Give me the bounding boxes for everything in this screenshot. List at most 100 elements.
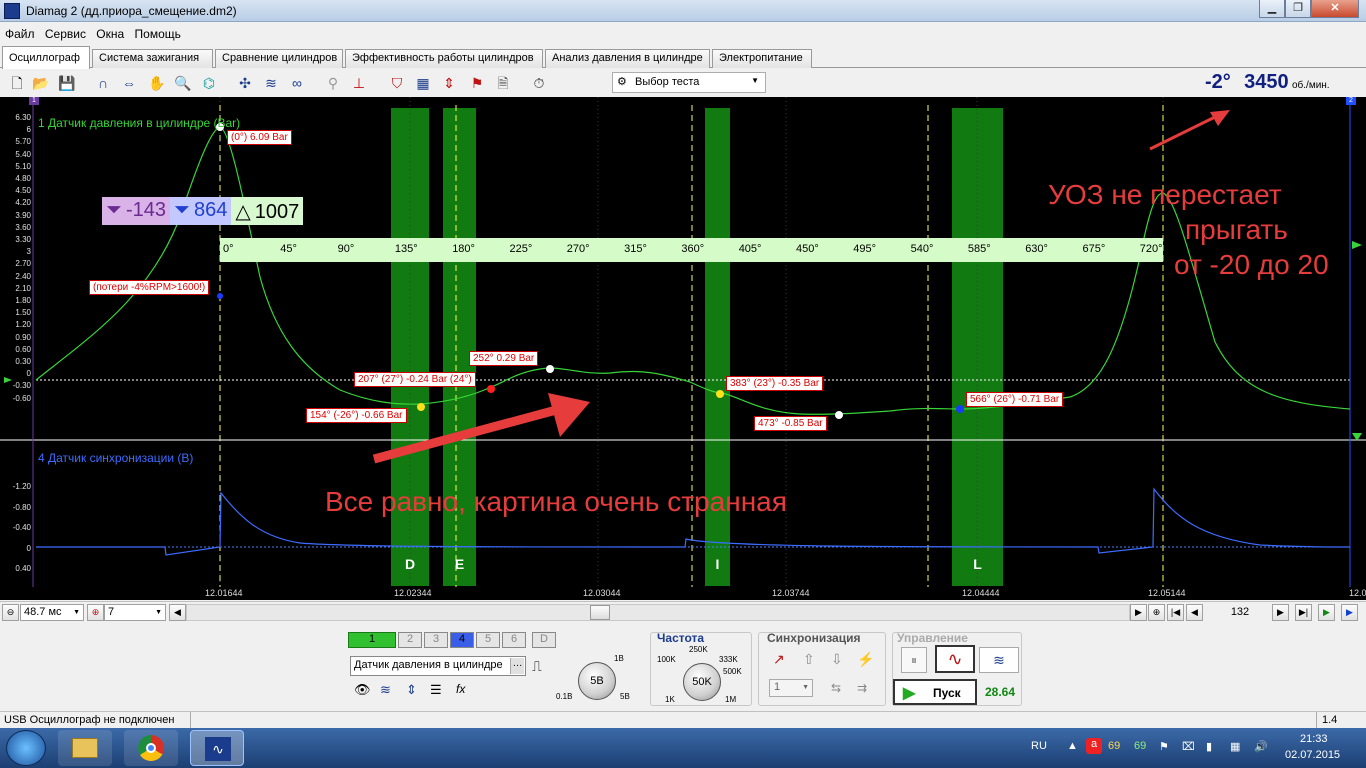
zero-marker-icon[interactable]: ⊥ [348, 72, 370, 94]
network-icon[interactable]: ▦ [1230, 740, 1240, 753]
ch1-y-tick: 2.70 [15, 259, 31, 269]
split-icon[interactable]: ⇕ [438, 72, 460, 94]
new-file-icon[interactable]: 🗋 [6, 72, 28, 94]
sync-auto-icon[interactable]: ⚡ [857, 651, 874, 668]
cursor-b-marker[interactable]: 2 [1346, 97, 1356, 105]
channel-button-6[interactable]: 6 [502, 632, 526, 648]
language-indicator[interactable]: RU [1031, 740, 1047, 752]
invert-icon[interactable]: ≋ [380, 682, 391, 698]
loop-icon[interactable]: ∩ [92, 72, 114, 94]
start-button[interactable]: ▶ Пуск [893, 679, 977, 705]
volt-knob[interactable]: 5В [578, 662, 616, 700]
minimize-button[interactable]: ▁ [1259, 0, 1285, 18]
next-frame-button[interactable]: ▶ [1272, 604, 1289, 621]
tray-counter-2[interactable]: 69 [1134, 740, 1146, 752]
channel-add-icon[interactable]: ⊕ [87, 604, 104, 621]
eye-icon[interactable]: 👁 [354, 682, 371, 698]
sync-down-icon[interactable]: ⇩ [831, 651, 843, 668]
frequency-knob[interactable]: 50K [683, 663, 721, 701]
sync-compress-icon[interactable]: ⇆ [831, 681, 841, 695]
function-icon[interactable]: fx [456, 682, 465, 696]
channel-button-2[interactable]: 2 [398, 632, 422, 648]
test-select[interactable]: ⚙ Выбор теста ▼ [612, 72, 766, 93]
tray-counter-1[interactable]: 69 [1108, 740, 1120, 752]
chrome-icon[interactable] [124, 730, 178, 766]
close-button[interactable]: ✕ [1311, 0, 1359, 18]
antivirus-icon[interactable]: a [1086, 738, 1102, 754]
loops-icon[interactable]: ∞ [286, 72, 308, 94]
menu-help[interactable]: Помощь [130, 24, 183, 41]
zoom-icon[interactable]: 🔍 [172, 72, 194, 94]
first-frame-button[interactable]: |◀ [1167, 604, 1184, 621]
scroll-right-button[interactable]: ▶ [1130, 604, 1147, 621]
filter-icon[interactable]: ⛉ [386, 72, 408, 94]
zoom-in-icon[interactable]: ⊕ [1148, 604, 1165, 621]
tab-cylinder-efficiency[interactable]: Эффективность работы цилиндров [345, 49, 543, 68]
signal-tray-icon[interactable]: ▮ [1206, 740, 1212, 753]
last-frame-button[interactable]: ▶| [1295, 604, 1312, 621]
scroll-thumb[interactable] [590, 605, 610, 620]
menu-windows[interactable]: Окна [91, 24, 126, 41]
open-folder-icon[interactable]: 📂 [30, 72, 52, 94]
single-wave-button[interactable]: ∿ [935, 645, 975, 673]
menu-file[interactable]: Файл [0, 24, 37, 41]
tab-pressure-analysis[interactable]: Анализ давления в цилиндре [545, 49, 710, 68]
channel-button-5[interactable]: 5 [476, 632, 500, 648]
explorer-icon[interactable] [58, 730, 112, 766]
signal-icon[interactable]: ⌬ [198, 72, 220, 94]
horizontal-scrollbar[interactable] [186, 604, 1130, 621]
sensor-more-button[interactable]: … [510, 658, 524, 674]
menu-service[interactable]: Сервис [40, 24, 88, 41]
channel-select[interactable]: 7 ▼ [104, 604, 166, 621]
clock-date[interactable]: 02.07.2015 [1285, 749, 1340, 761]
sync-group: Синхронизация ↗ ⇧ ⇩ ⚡ 1 ▼ ⇆ ⇉ [758, 631, 886, 706]
sync-up-icon[interactable]: ⇧ [803, 651, 815, 668]
auto-gauge-icon[interactable]: ⏱ [528, 72, 550, 94]
x-label-1: 12.01644 [205, 588, 243, 598]
time-div-select[interactable]: 48.7 мс ▼ [20, 604, 84, 621]
cursor-range-icon[interactable]: ⇔ [118, 72, 140, 94]
scroll-left-button[interactable]: ◀ [169, 604, 186, 621]
start-menu-button[interactable] [6, 730, 46, 766]
table-icon[interactable]: ▦ [412, 72, 434, 94]
lines-icon[interactable]: ☰ [430, 682, 442, 698]
usb-icon[interactable]: ⌧ [1182, 740, 1195, 753]
tab-ignition[interactable]: Система зажигания [92, 49, 213, 68]
sensor-select[interactable]: Датчик давления в цилиндре [350, 656, 526, 676]
auto-icon[interactable]: ⚲ [322, 72, 344, 94]
save-icon[interactable]: 💾 [56, 72, 78, 94]
play-fast-button[interactable]: ▶ [1341, 604, 1358, 621]
oscilloscope-view[interactable]: 6.30 6 5.70 5.40 5.10 4.80 4.50 4.20 3.90 3.60 3.3… [0, 97, 1366, 600]
document-icon[interactable]: 🗎 [492, 72, 514, 94]
offset-icon[interactable]: ⇕ [406, 682, 417, 698]
multi-wave-button[interactable]: ≋ [979, 647, 1019, 673]
tab-cylinder-compare[interactable]: Сравнение цилиндров [215, 49, 343, 68]
flag-icon[interactable]: ⚑ [466, 72, 488, 94]
flag-tray-icon[interactable]: ⚑ [1159, 740, 1169, 753]
volume-icon[interactable]: 🔊 [1254, 740, 1268, 753]
hand-icon[interactable]: ✋ [146, 72, 168, 94]
prev-frame-button[interactable]: ◀ [1186, 604, 1203, 621]
diamag-icon[interactable]: ∿ [190, 730, 244, 766]
channel-button-d[interactable]: D [532, 632, 556, 648]
expand-icon[interactable]: ✣ [234, 72, 256, 94]
tab-oscilloscope[interactable]: Осциллограф [2, 46, 90, 69]
ch4-title: 4 Датчик синхронизации (В) [38, 451, 194, 465]
sync-expand-icon[interactable]: ⇉ [857, 681, 867, 695]
probe-icon[interactable]: ⎍ [532, 658, 542, 675]
rising-edge-icon[interactable]: ↗ [773, 651, 785, 668]
tray-up-arrow-icon[interactable]: ▲ [1067, 740, 1078, 752]
maximize-button[interactable]: ❐ [1285, 0, 1311, 18]
channel-button-3[interactable]: 3 [424, 632, 448, 648]
tab-power[interactable]: Электропитание [712, 49, 812, 68]
channel-button-1[interactable]: 1 [348, 632, 396, 648]
sync-channel-select[interactable]: 1 ▼ [769, 679, 813, 697]
wave-icon[interactable]: ≋ [260, 72, 282, 94]
zoom-out-icon[interactable]: ⊖ [2, 604, 19, 621]
channel-button-4[interactable]: 4 [450, 632, 474, 648]
pause-button[interactable]: ⏸ [901, 647, 927, 673]
play-button[interactable]: ▶ [1318, 604, 1335, 621]
clock-time[interactable]: 21:33 [1300, 733, 1328, 745]
ch1-y-tick: 3.90 [15, 210, 31, 220]
cursor-a-marker[interactable]: 1 [29, 97, 39, 105]
